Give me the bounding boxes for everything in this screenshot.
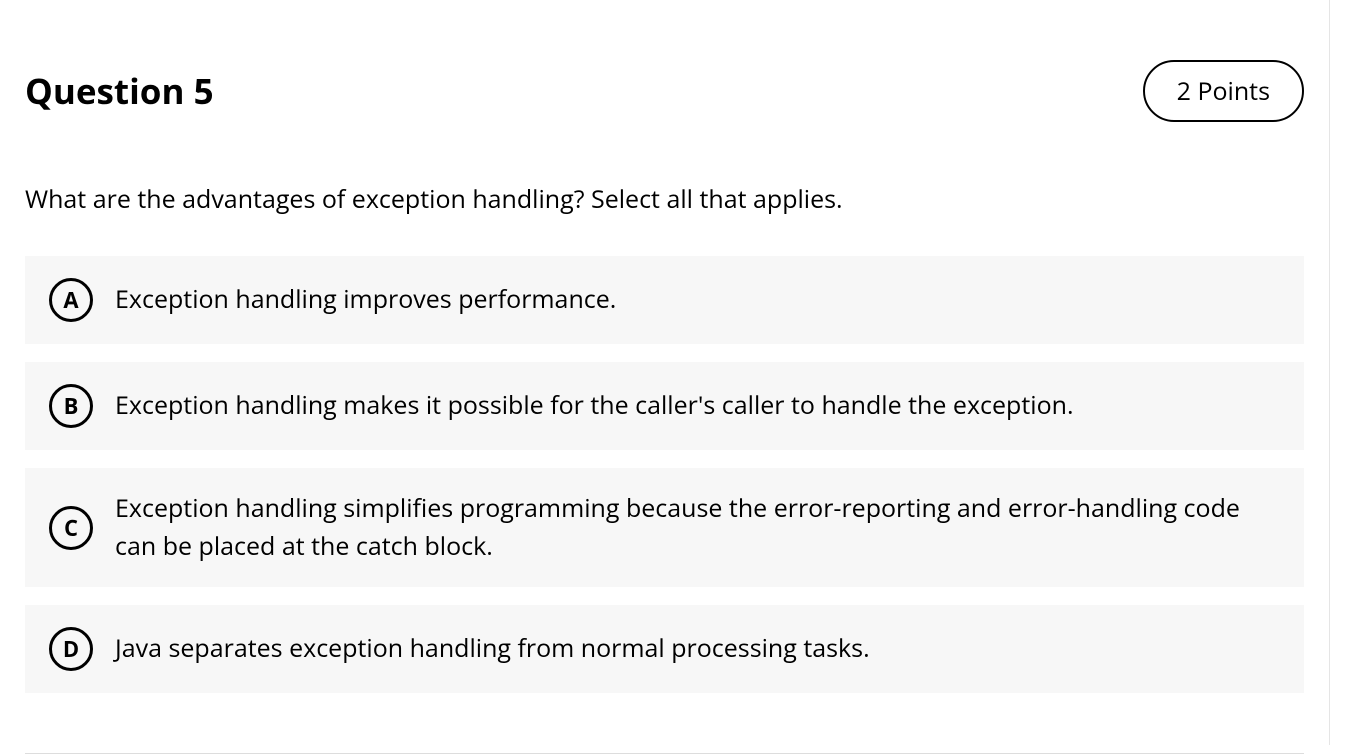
option-a[interactable]: A Exception handling improves performanc…: [25, 256, 1304, 344]
option-b[interactable]: B Exception handling makes it possible f…: [25, 362, 1304, 450]
option-text-a: Exception handling improves performance.: [115, 281, 616, 319]
question-header: Question 5 2 Points: [25, 60, 1304, 122]
option-text-d: Java separates exception handling from n…: [115, 630, 870, 668]
option-letter-b: B: [49, 384, 93, 428]
points-badge: 2 Points: [1143, 60, 1304, 122]
question-container: Question 5 2 Points What are the advanta…: [0, 0, 1330, 745]
option-letter-a: A: [49, 278, 93, 322]
option-letter-d: D: [49, 627, 93, 671]
option-letter-c: C: [49, 506, 93, 550]
options-list: A Exception handling improves performanc…: [25, 256, 1304, 693]
option-c[interactable]: C Exception handling simplifies programm…: [25, 468, 1304, 587]
question-title: Question 5: [25, 68, 214, 115]
option-d[interactable]: D Java separates exception handling from…: [25, 605, 1304, 693]
option-text-c: Exception handling simplifies programmin…: [115, 490, 1280, 565]
option-text-b: Exception handling makes it possible for…: [115, 387, 1074, 425]
question-text: What are the advantages of exception han…: [25, 182, 1304, 216]
